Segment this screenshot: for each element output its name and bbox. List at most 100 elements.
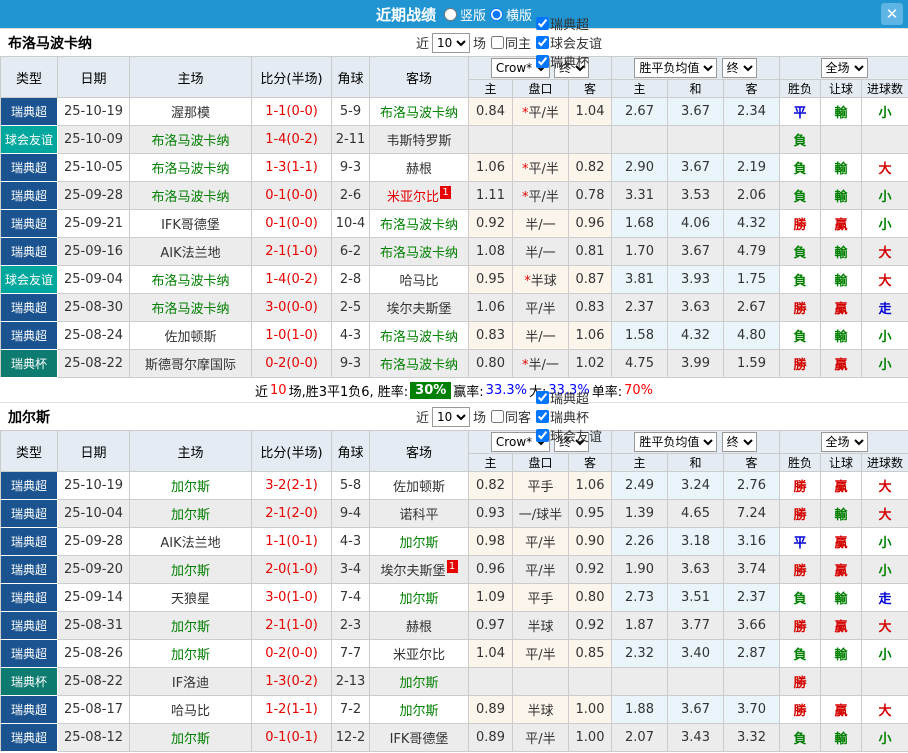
handicap-result-cell: 輸 (820, 723, 862, 752)
final-mean-select[interactable]: 终 (721, 58, 757, 78)
same-venue-filter[interactable]: 同客 (489, 407, 531, 426)
away-team-name: 佐加顿斯 (392, 480, 445, 495)
league-filter[interactable]: 瑞典杯 (534, 407, 602, 426)
match-row: 瑞典超 25-10-19 加尔斯 3-2(2-1) 5-8 佐加顿斯 0.82 平手 1.06 2… (0, 471, 908, 500)
same-venue-filter[interactable]: 同主 (489, 33, 531, 52)
league-checkbox[interactable] (536, 391, 550, 404)
verdict-text: 贏 (834, 536, 848, 551)
home-team-name: 加尔斯 (170, 620, 210, 635)
mean-type-select[interactable]: 胜平负均值 (634, 58, 718, 78)
verdict-text: 贏 (834, 480, 848, 495)
league-filter[interactable]: 球会友谊 (534, 33, 602, 52)
result-cell: 勝 (779, 209, 821, 238)
home-team-cell: 布洛马波卡纳 (129, 265, 252, 294)
home-odds-cell: 1.08 (468, 237, 513, 266)
scope-select[interactable]: 全场 (820, 58, 868, 78)
verdict-text: 大 (878, 162, 892, 177)
home-team-name: 布洛马波卡纳 (151, 190, 230, 205)
verdict-text: 小 (878, 732, 892, 747)
date-cell: 25-09-21 (57, 209, 130, 238)
away-team-cell: 佐加顿斯 (369, 471, 469, 500)
mean-away-cell: 3.16 (723, 527, 780, 556)
away-team-name: 米亚尔比 (386, 190, 439, 205)
match-row: 瑞典超 25-09-14 天狼星 3-0(1-0) 7-4 加尔斯 1.09 平手 0.80 2.… (0, 583, 908, 612)
league-type-cell: 瑞典超 (0, 611, 58, 640)
scope-select[interactable]: 全场 (820, 432, 868, 452)
mean-away-cell: 1.59 (723, 349, 780, 378)
match-count-select[interactable]: 10 (431, 32, 470, 53)
home-team-name: 加尔斯 (170, 564, 210, 579)
red-card-badge: 1 (440, 186, 451, 199)
away-odds-cell: 0.96 (568, 209, 612, 238)
away-odds-cell: 0.92 (568, 611, 612, 640)
away-team-cell: 加尔斯 (369, 527, 469, 556)
league-checkbox[interactable] (536, 36, 550, 49)
league-label: 球会友谊 (550, 430, 603, 445)
verdict-text: 大 (878, 246, 892, 261)
verdict-text: 贏 (834, 564, 848, 579)
handicap-result-cell: 輸 (820, 583, 862, 612)
league-checkbox[interactable] (536, 17, 550, 30)
verdict-text: 平 (793, 536, 807, 551)
match-row: 瑞典杯 25-08-22 斯德哥尔摩国际 0-2(0-0) 9-3 布洛马波卡纳 0.80 *… (0, 349, 908, 378)
result-cell: 勝 (779, 695, 821, 724)
corner-cell: 9-3 (331, 349, 370, 378)
league-checkbox[interactable] (536, 55, 550, 68)
away-team-name: 布洛马波卡纳 (379, 358, 458, 373)
away-team-cell: IFK哥德堡 (369, 723, 469, 752)
league-filter[interactable]: 瑞典超 (534, 388, 602, 407)
close-icon[interactable]: ✕ (881, 3, 903, 25)
handicap-cell: 平/半 (512, 293, 569, 322)
verdict-text: 大 (878, 704, 892, 719)
league-checkbox[interactable] (536, 429, 550, 442)
handicap-result-cell: 贏 (820, 555, 862, 584)
verdict-text: 大 (878, 480, 892, 495)
league-filter[interactable]: 球会友谊 (534, 426, 602, 445)
result-cell: 負 (779, 181, 821, 210)
away-team-cell: 加尔斯 (369, 667, 469, 696)
date-cell: 25-08-22 (57, 349, 130, 378)
score-cell: 0-2(0-0) (251, 349, 332, 378)
mean-home-cell: 2.90 (611, 153, 668, 182)
verdict-text: 勝 (793, 358, 807, 373)
same-venue-checkbox[interactable] (491, 410, 504, 423)
result-cell: 勝 (779, 293, 821, 322)
mean-away-cell (723, 125, 780, 154)
handicap-star: * (522, 162, 529, 177)
home-team-cell: AIK法兰地 (129, 527, 252, 556)
col-handicap-result: 让球 (820, 79, 862, 98)
league-type-cell: 瑞典超 (0, 153, 58, 182)
mean-away-cell: 2.37 (723, 583, 780, 612)
away-odds-cell: 0.80 (568, 583, 612, 612)
mean-home-cell: 3.81 (611, 265, 668, 294)
league-checkbox[interactable] (536, 410, 550, 423)
corner-cell: 5-9 (331, 97, 370, 126)
col-handicap: 盘口 (512, 79, 569, 98)
result-cell: 勝 (779, 555, 821, 584)
verdict-text: 勝 (793, 302, 807, 317)
home-team-cell: 佐加顿斯 (129, 321, 252, 350)
score-cell: 2-0(1-0) (251, 555, 332, 584)
handicap-result-cell: 贏 (820, 471, 862, 500)
away-team-name: 哈马比 (399, 274, 439, 289)
result-cell: 負 (779, 723, 821, 752)
handicap-cell: 平/半 (512, 527, 569, 556)
handicap-result-cell: 輸 (820, 237, 862, 266)
mean-type-select[interactable]: 胜平负均值 (634, 432, 718, 452)
handicap-result-cell (820, 667, 862, 696)
home-team-cell: 加尔斯 (129, 471, 252, 500)
same-venue-checkbox[interactable] (491, 36, 504, 49)
result-cell: 負 (779, 125, 821, 154)
result-cell: 勝 (779, 667, 821, 696)
league-filter[interactable]: 瑞典杯 (534, 52, 602, 71)
league-filter[interactable]: 瑞典超 (534, 14, 602, 33)
final-mean-select[interactable]: 终 (721, 432, 757, 452)
mean-home-cell: 1.58 (611, 321, 668, 350)
verdict-text: 小 (878, 648, 892, 663)
home-team-name: AIK法兰地 (160, 536, 221, 551)
result-cell: 負 (779, 153, 821, 182)
match-count-select[interactable]: 10 (431, 406, 470, 427)
mean-draw-cell: 3.63 (667, 555, 724, 584)
verdict-text: 贏 (834, 302, 848, 317)
handicap-cell: *半/一 (512, 349, 569, 378)
